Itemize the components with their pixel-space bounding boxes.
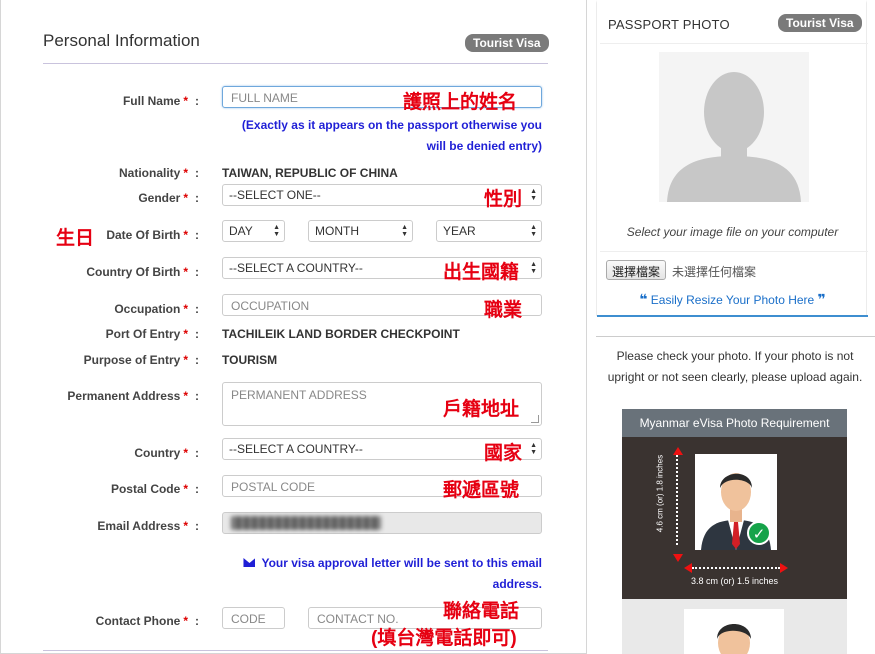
divider: [597, 315, 868, 317]
personal-info-panel: Personal Information Tourist Visa Full N…: [0, 0, 587, 654]
resize-grip-icon[interactable]: [531, 415, 539, 423]
sample-photo-2: [684, 609, 784, 654]
quote-right-icon: ❞: [817, 291, 826, 307]
choose-file-button[interactable]: 選擇檔案: [606, 260, 667, 280]
annotation-gender: 性別: [484, 189, 523, 210]
width-dimension-label: 3.8 cm (or) 1.5 inches: [690, 576, 779, 586]
colon: :: [195, 302, 199, 316]
dob-month-select[interactable]: MONTH ▲ ▼: [308, 220, 413, 242]
permanent-address-label: Permanent Address *: [67, 389, 188, 403]
passport-name-note: (Exactly as it appears on the passport o…: [241, 118, 542, 153]
divider: [600, 251, 868, 252]
annotation-country-of-birth: 出生國籍: [443, 262, 520, 283]
quote-left-icon: ❝: [639, 291, 648, 307]
divider: [43, 63, 548, 64]
dob-year-select[interactable]: YEAR ▲ ▼: [436, 220, 542, 242]
annotation-contact-phone-hint: (填台灣電話即可): [371, 628, 517, 649]
divider: [596, 336, 875, 337]
file-status: 未選擇任何檔案: [672, 265, 757, 279]
annotation-occupation: 職業: [484, 300, 523, 321]
email-field: [222, 512, 542, 534]
purpose-of-entry-label: Purpose of Entry *: [83, 353, 188, 367]
dob-day-select[interactable]: DAY ▲ ▼: [222, 220, 285, 242]
colon: :: [195, 191, 199, 205]
select-arrows-icon: ▲ ▼: [530, 442, 537, 456]
passport-photo-panel: PASSPORT PHOTO Tourist Visa Select your …: [596, 0, 875, 654]
colon: :: [195, 166, 199, 180]
purpose-of-entry-value: TOURISM: [222, 353, 278, 367]
checkmark-icon: ✓: [747, 521, 771, 545]
requirement-example-2: [622, 599, 847, 654]
dob-label: Date Of Birth *: [106, 228, 188, 242]
passport-photo-title: PASSPORT PHOTO: [608, 17, 730, 32]
nationality-label: Nationality *: [118, 166, 188, 180]
colon: :: [195, 519, 199, 533]
visa-type-badge: Tourist Visa: [778, 14, 862, 32]
occupation-label: Occupation *: [114, 302, 188, 316]
country-label: Country *: [134, 446, 188, 460]
select-arrows-icon: ▲ ▼: [273, 224, 280, 238]
avatar-placeholder-icon: [659, 52, 809, 202]
height-dimension-label: 4.6 cm (or) 1.8 inches: [655, 454, 665, 533]
arrow-down-icon: [673, 554, 683, 562]
colon: :: [195, 327, 199, 341]
arrow-left-icon: [684, 563, 692, 573]
annotation-contact-phone: 聯絡電話: [443, 601, 520, 622]
colon: :: [195, 389, 199, 403]
arrow-right-icon: [780, 563, 788, 573]
colon: :: [195, 94, 199, 108]
select-file-caption: Select your image file on your computer: [626, 225, 839, 239]
gender-label: Gender *: [138, 191, 188, 205]
divider: [43, 650, 548, 651]
photo-upload-box: PASSPORT PHOTO Tourist Visa Select your …: [596, 0, 868, 317]
arrow-up-icon: [673, 447, 683, 455]
port-of-entry-value: TACHILEIK LAND BORDER CHECKPOINT: [222, 327, 460, 341]
select-arrows-icon: ▲ ▼: [530, 261, 537, 275]
requirement-title: Myanmar eVisa Photo Requirement: [622, 409, 847, 437]
colon: :: [195, 353, 199, 367]
nationality-value: TAIWAN, REPUBLIC OF CHINA: [222, 166, 398, 180]
divider: [600, 43, 868, 44]
photo-preview: [659, 52, 809, 202]
contact-phone-label: Contact Phone *: [95, 614, 188, 628]
colon: :: [195, 482, 199, 496]
select-arrows-icon: ▲ ▼: [401, 224, 408, 238]
photo-requirement-card: Myanmar eVisa Photo Requirement 4.6 cm (…: [622, 409, 847, 654]
businessman-avatar-icon: [684, 609, 784, 654]
phone-code-input[interactable]: CODE: [222, 607, 285, 629]
port-of-entry-label: Port Of Entry *: [105, 327, 188, 341]
envelope-icon: [243, 558, 256, 567]
colon: :: [195, 446, 199, 460]
country-of-birth-label: Country Of Birth *: [86, 265, 188, 279]
annotation-country: 國家: [484, 443, 523, 464]
full-name-label: Full Name *: [122, 94, 188, 108]
resize-photo-link[interactable]: ❝ Easily Resize Your Photo Here ❞: [597, 291, 868, 308]
photo-check-message: Please check your photo. If your photo i…: [607, 349, 863, 384]
postal-code-label: Postal Code *: [110, 482, 188, 496]
redacted-email: [231, 516, 381, 530]
colon: :: [195, 265, 199, 279]
colon: :: [195, 614, 199, 628]
annotation-permanent-address: 戶籍地址: [443, 399, 520, 420]
select-arrows-icon: ▲ ▼: [530, 188, 537, 202]
section-title: Personal Information: [43, 31, 200, 50]
annotation-full-name: 護照上的姓名: [403, 92, 518, 113]
email-note: Your visa approval letter will be sent t…: [222, 553, 542, 595]
requirement-diagram: 4.6 cm (or) 1.8 inches ✓ 3.8 cm (or) 1.5…: [622, 437, 847, 599]
colon: :: [195, 228, 199, 242]
annotation-postal-code: 郵遞區號: [443, 480, 520, 501]
email-label: Email Address *: [97, 519, 188, 533]
width-dimension-line: [692, 567, 780, 571]
height-dimension-line: [676, 452, 678, 545]
visa-type-badge: Tourist Visa: [465, 34, 549, 52]
select-arrows-icon: ▲ ▼: [530, 224, 537, 238]
